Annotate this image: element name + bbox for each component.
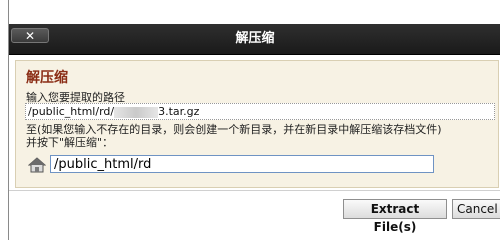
button-bar: Extract File(s) Cancel <box>9 190 500 241</box>
dialog-titlebar: ✕ 解压缩 <box>9 24 500 55</box>
redacted-block <box>114 106 159 118</box>
destination-input[interactable] <box>50 155 434 173</box>
cancel-button[interactable]: Cancel <box>452 199 500 219</box>
description-line-1: 至(如果您输入不存在的目录，则会创建一个新目录，并在新目录中解压缩该存档文件) <box>26 123 442 136</box>
archive-path-field: /public_html/rd/3.tar.gz <box>25 103 495 120</box>
dialog-title: 解压缩 <box>235 31 275 46</box>
destination-description: 至(如果您输入不存在的目录，则会创建一个新目录，并在新目录中解压缩该存档文件) … <box>26 123 496 149</box>
description-line-2: 并按下"解压缩"： <box>26 136 114 149</box>
home-icon <box>28 157 46 173</box>
archive-path-prefix: /public_html/rd/ <box>28 105 115 118</box>
extract-dialog: ✕ 解压缩 解压缩 输入您要提取的路径 /public_html/rd/3.ta… <box>8 0 500 241</box>
form-heading: 解压缩 <box>26 70 68 86</box>
extract-files-button[interactable]: Extract File(s) <box>343 199 447 234</box>
dialog-body: 解压缩 输入您要提取的路径 /public_html/rd/3.tar.gz 至… <box>15 60 499 188</box>
archive-path-suffix: 3.tar.gz <box>158 105 200 118</box>
